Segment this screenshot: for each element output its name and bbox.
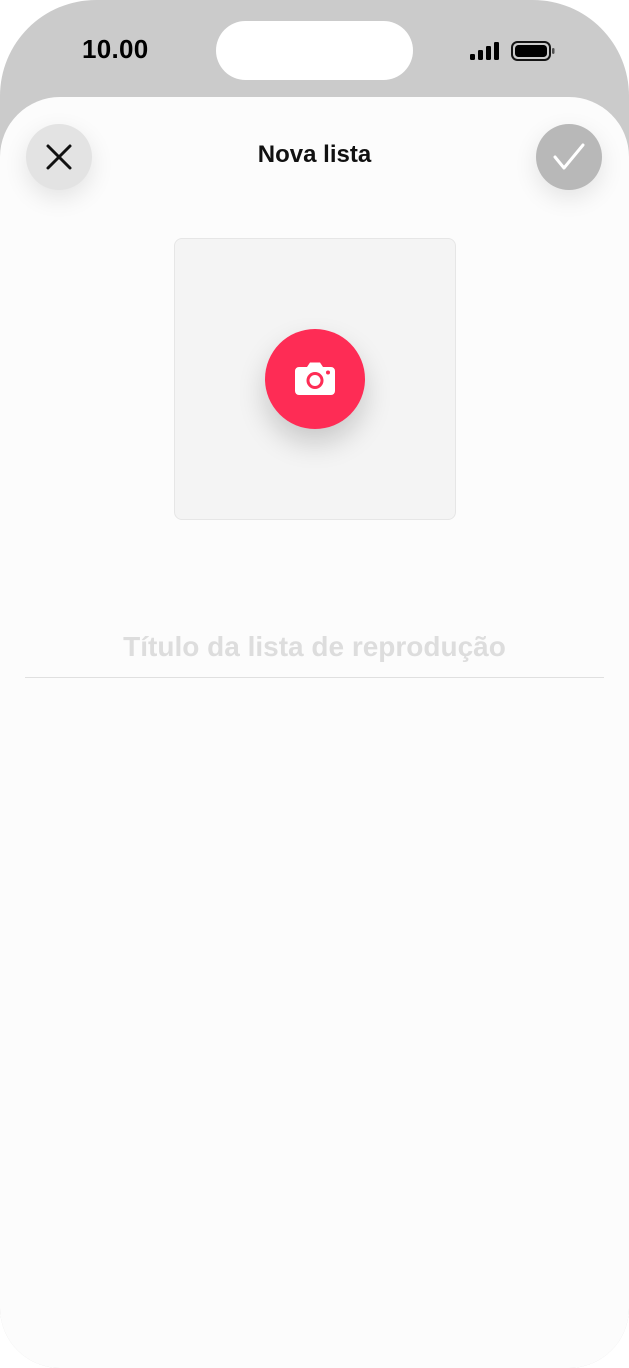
new-playlist-sheet: Nova lista (0, 97, 629, 1368)
status-time: 10.00 (82, 34, 149, 64)
checkmark-icon (553, 143, 585, 170)
camera-icon (295, 362, 335, 395)
dynamic-island (216, 21, 413, 80)
status-bar: 10.00 (0, 0, 629, 97)
playlist-cover-placeholder[interactable] (174, 238, 456, 520)
signal-icon (470, 42, 499, 60)
add-cover-photo-button[interactable] (265, 329, 365, 429)
status-icons (468, 39, 558, 63)
battery-icon (511, 41, 555, 61)
playlist-title-input[interactable] (25, 617, 604, 678)
confirm-button[interactable] (536, 124, 602, 190)
device-frame: 10.00 Nova lista Título da lista de repr… (0, 0, 629, 1368)
sheet-title: Nova lista (257, 141, 372, 168)
